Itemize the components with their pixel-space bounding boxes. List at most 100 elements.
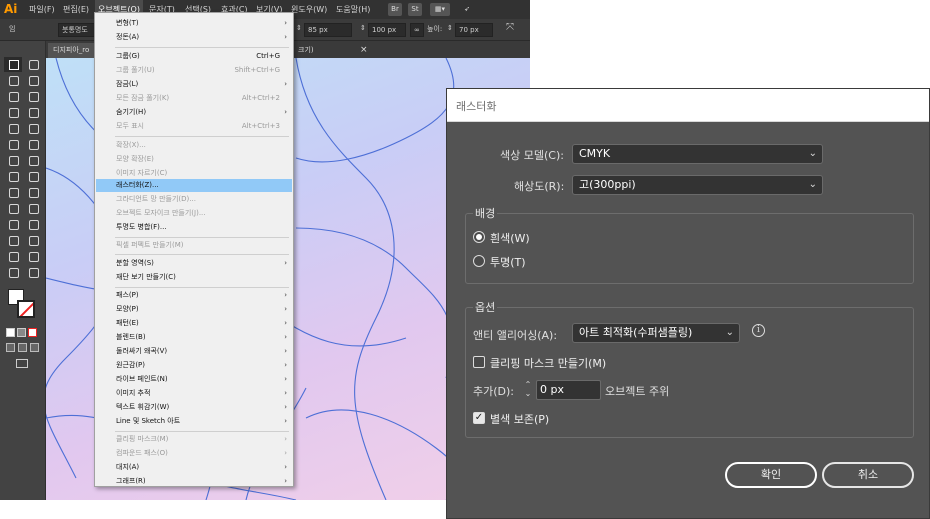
menu-item-shape[interactable]: 모양(P) ›: [96, 303, 292, 316]
height-field[interactable]: 70 px: [455, 23, 493, 37]
menu-item-create-trim-marks[interactable]: 재단 보기 만들기(C): [96, 271, 292, 284]
transform-icon[interactable]: ⤧: [506, 22, 514, 33]
bg-white-label[interactable]: 흰색(W): [490, 230, 530, 246]
screen-mode-icon[interactable]: [16, 359, 28, 368]
close-icon[interactable]: ×: [360, 43, 368, 58]
menu-item-pattern[interactable]: 패턴(E) ›: [96, 317, 292, 330]
bg-transparent-radio[interactable]: [473, 255, 485, 267]
artboard-tool-icon[interactable]: [4, 249, 22, 264]
menu-item-artboards[interactable]: 대지(A) ›: [96, 461, 292, 474]
stock-icon[interactable]: St: [408, 3, 422, 16]
menu-item-create-object-mosaic[interactable]: 오브젝트 모자이크 만들기(J)...: [96, 207, 292, 220]
menu-item-show-all[interactable]: 모두 표시 Alt+Ctrl+3: [96, 120, 292, 133]
stepper-arrows-icon[interactable]: ⌃ ⌄: [522, 380, 534, 400]
clipping-mask-label[interactable]: 클리핑 마스크 만들기(M): [490, 355, 606, 371]
draw-normal-icon[interactable]: [6, 343, 15, 352]
draw-inside-icon[interactable]: [30, 343, 39, 352]
menu-item-rasterize[interactable]: 래스터화(Z)...: [96, 179, 292, 192]
draw-behind-icon[interactable]: [18, 343, 27, 352]
menu-item-image-trace[interactable]: 이미지 추적 ›: [96, 387, 292, 400]
gradient-tool-icon[interactable]: [24, 201, 42, 216]
type-tool-icon[interactable]: [4, 105, 22, 120]
stepper-icon[interactable]: ⇕: [360, 24, 366, 32]
bg-transparent-label[interactable]: 투명(T): [490, 254, 526, 270]
symbol-sprayer-tool-icon[interactable]: [4, 233, 22, 248]
menu-item-text-wrap[interactable]: 텍스트 휘감기(W) ›: [96, 401, 292, 414]
stepper-icon[interactable]: ⇕: [447, 24, 453, 32]
width-field[interactable]: 85 px: [304, 23, 352, 37]
size-field[interactable]: 100 px: [368, 23, 406, 37]
perspective-grid-tool-icon[interactable]: [24, 185, 42, 200]
menu-item-compound-path[interactable]: 컴파운드 패스(O) ›: [96, 447, 292, 460]
width-tool-icon[interactable]: [4, 169, 22, 184]
scale-tool-icon[interactable]: [24, 153, 42, 168]
pen-tool-icon[interactable]: [4, 89, 22, 104]
ok-button[interactable]: 확인: [725, 462, 817, 488]
menu-window[interactable]: 윈도우(W): [288, 0, 330, 19]
menu-item-line-sketch-art[interactable]: Line 및 Sketch 아트 ›: [96, 415, 292, 428]
info-icon[interactable]: i: [752, 324, 765, 337]
menu-item-blend[interactable]: 블렌드(B) ›: [96, 331, 292, 344]
clipping-mask-checkbox[interactable]: [473, 356, 485, 368]
bg-white-radio[interactable]: [473, 231, 485, 243]
selection-tool-icon[interactable]: [4, 57, 22, 72]
add-around-object-input[interactable]: 0 px: [536, 380, 601, 400]
menu-item-arrange[interactable]: 정돈(A) ›: [96, 31, 292, 44]
bridge-icon[interactable]: Br: [388, 3, 402, 16]
cancel-button[interactable]: 취소: [822, 462, 914, 488]
menu-item-graph[interactable]: 그래프(R) ›: [96, 475, 292, 488]
stepper-icon[interactable]: ⇕: [296, 24, 302, 32]
column-graph-tool-icon[interactable]: [24, 233, 42, 248]
color-swatch-icon[interactable]: [6, 328, 15, 337]
brush-selector[interactable]: 붓통명도: [58, 23, 98, 37]
antialias-select[interactable]: 아트 최적화(수퍼샘플링) ⌄: [572, 323, 740, 343]
menu-item-transform[interactable]: 변형(T) ›: [96, 17, 292, 30]
document-tab[interactable]: 디지피아_ro: [48, 43, 95, 58]
menu-item-clipping-mask[interactable]: 클리핑 마스크(M) ›: [96, 433, 292, 446]
none-swatch-icon[interactable]: [28, 328, 37, 337]
menu-item-unlock-all[interactable]: 모든 잠금 풀기(K) Alt+Ctrl+2: [96, 92, 292, 105]
link-proportions-icon[interactable]: ∞: [410, 23, 424, 37]
rocket-icon[interactable]: ➶: [460, 3, 474, 16]
menu-help[interactable]: 도움말(H): [333, 0, 373, 19]
menu-item-path[interactable]: 패스(P) ›: [96, 289, 292, 302]
stroke-color-swatch[interactable]: [17, 300, 35, 318]
color-model-select[interactable]: CMYK ⌄: [572, 144, 823, 164]
curvature-tool-icon[interactable]: [24, 89, 42, 104]
shape-builder-tool-icon[interactable]: [4, 185, 22, 200]
menu-edit[interactable]: 편집(E): [60, 0, 92, 19]
zoom-tool-icon[interactable]: [24, 265, 42, 280]
eraser-tool-icon[interactable]: [24, 137, 42, 152]
menu-item-expand-appearance[interactable]: 모양 확장(E): [96, 153, 292, 166]
dialog-title-bar[interactable]: 래스터화: [447, 89, 929, 122]
direct-selection-tool-icon[interactable]: [24, 57, 42, 72]
menu-file[interactable]: 파일(F): [26, 0, 58, 19]
resolution-select[interactable]: 고(300ppi) ⌄: [572, 175, 823, 195]
lasso-tool-icon[interactable]: [24, 73, 42, 88]
mesh-tool-icon[interactable]: [4, 201, 22, 216]
menu-item-make-pixel-perfect[interactable]: 픽셀 퍼펙트 만들기(M): [96, 239, 292, 252]
shaper-tool-icon[interactable]: [4, 137, 22, 152]
paintbrush-tool-icon[interactable]: [24, 121, 42, 136]
eyedropper-tool-icon[interactable]: [4, 217, 22, 232]
rectangle-tool-icon[interactable]: [4, 121, 22, 136]
menu-item-hide[interactable]: 숨기기(H) ›: [96, 106, 292, 119]
magic-wand-tool-icon[interactable]: [4, 73, 22, 88]
menu-item-create-gradient-mesh[interactable]: 그라디언트 망 만들기(D)...: [96, 193, 292, 206]
menu-item-slice[interactable]: 분할 영역(S) ›: [96, 257, 292, 270]
rotate-tool-icon[interactable]: [4, 153, 22, 168]
puppet-warp-tool-icon[interactable]: [24, 169, 42, 184]
menu-item-envelope-distort[interactable]: 둘러싸기 왜곡(V) ›: [96, 345, 292, 358]
preserve-spot-checkbox[interactable]: ✓: [473, 412, 485, 424]
preserve-spot-label[interactable]: 별색 보존(P): [490, 411, 549, 427]
other-document-tab[interactable]: 크기): [293, 43, 319, 58]
menu-item-expand[interactable]: 확장(X)...: [96, 139, 292, 152]
blend-tool-icon[interactable]: [24, 217, 42, 232]
hand-tool-icon[interactable]: [4, 265, 22, 280]
menu-item-ungroup[interactable]: 그룹 풀기(U) Shift+Ctrl+G: [96, 64, 292, 77]
line-tool-icon[interactable]: [24, 105, 42, 120]
menu-item-group[interactable]: 그룹(G) Ctrl+G: [96, 50, 292, 63]
menu-item-perspective[interactable]: 원근감(P) ›: [96, 359, 292, 372]
gradient-swatch-icon[interactable]: [17, 328, 26, 337]
menu-item-lock[interactable]: 잠금(L) ›: [96, 78, 292, 91]
